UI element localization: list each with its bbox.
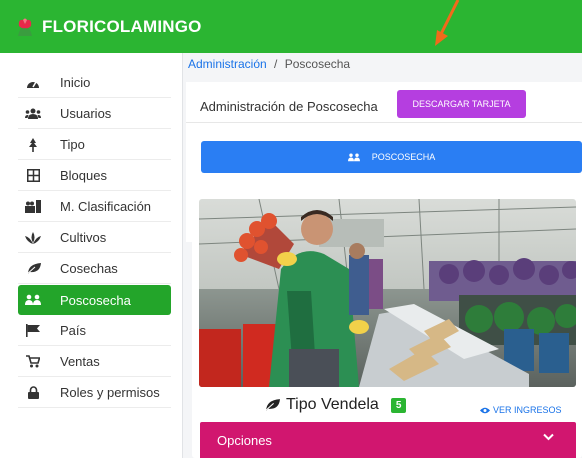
poscosecha-button-label: POSCOSECHA: [371, 152, 436, 162]
classification-icon: [22, 200, 44, 214]
flag-icon: [22, 324, 44, 338]
sidebar-item-roles[interactable]: Roles y permisos: [18, 378, 171, 408]
main-content: Administración / Poscosecha Administraci…: [184, 53, 582, 458]
eye-icon: [480, 407, 490, 413]
sidebar-item-bloques[interactable]: Bloques: [18, 161, 171, 191]
grid-icon: [22, 169, 44, 183]
group-icon: [22, 293, 44, 307]
sidebar-item-poscosecha[interactable]: Poscosecha: [18, 285, 171, 315]
breadcrumb-current: Poscosecha: [284, 57, 351, 71]
sidebar-item-tipo[interactable]: Tipo: [18, 130, 171, 160]
brand[interactable]: FLORICOLAMINGO: [14, 17, 202, 37]
sidebar-item-label: Roles y permisos: [60, 385, 160, 400]
sidebar-item-label: Inicio: [60, 75, 91, 90]
sidebar-item-label: M. Clasificación: [60, 199, 152, 214]
sidebar-item-usuarios[interactable]: Usuarios: [18, 99, 171, 129]
card-title-text: Tipo Vendela: [286, 396, 379, 413]
leaf-icon: [264, 399, 280, 412]
sidebar-item-label: Usuarios: [60, 106, 112, 121]
sidebar-item-inicio[interactable]: Inicio: [18, 68, 171, 98]
plant-icon: [22, 137, 44, 152]
top-navbar: FLORICOLAMINGO: [0, 0, 582, 53]
sidebar-item-label: Poscosecha: [60, 292, 131, 308]
leaf-icon: [22, 262, 44, 276]
sidebar-item-label: Ventas: [60, 354, 100, 369]
group-icon: [347, 153, 360, 161]
tipo-card: Tipo Vendela 5 VER INGRESOS Opciones: [192, 196, 582, 458]
poscosecha-button[interactable]: POSCOSECHA: [201, 141, 582, 173]
sidebar-item-cosechas[interactable]: Cosechas: [18, 254, 171, 284]
sidebar-item-label: País: [60, 323, 87, 338]
options-dropdown[interactable]: Opciones: [200, 422, 576, 458]
cart-icon: [22, 355, 44, 369]
flower-processing-photo: [199, 199, 576, 387]
sidebar-item-cultivos[interactable]: Cultivos: [18, 223, 171, 253]
arrow-annotation-icon: [435, 0, 460, 46]
tulip-logo-icon: [18, 18, 32, 36]
sidebar-item-m-clasificacion[interactable]: M. Clasificación: [18, 192, 171, 222]
breadcrumb-separator: /: [274, 57, 278, 71]
options-label: Opciones: [217, 432, 272, 448]
ver-ingresos-label: VER INGRESOS: [493, 405, 562, 415]
breadcrumb-link-administracion[interactable]: Administración: [188, 57, 267, 71]
download-card-button[interactable]: DESCARGAR TARJETA: [397, 90, 526, 118]
breadcrumb: Administración / Poscosecha: [188, 57, 350, 71]
ver-ingresos-link[interactable]: VER INGRESOS: [480, 405, 562, 415]
chevron-down-icon: [543, 433, 554, 441]
sidebar: Inicio Usuarios Tipo Bloques M. Clasific…: [0, 53, 183, 458]
sidebar-item-ventas[interactable]: Ventas: [18, 347, 171, 377]
sidebar-item-label: Cosechas: [60, 261, 118, 276]
sidebar-item-pais[interactable]: País: [18, 316, 171, 346]
sidebar-item-label: Tipo: [60, 137, 85, 152]
count-badge: 5: [390, 397, 407, 413]
dashboard-icon: [22, 76, 44, 90]
divider: [186, 122, 582, 123]
sidebar-item-label: Cultivos: [60, 230, 107, 245]
page-title: Administración de Poscosecha: [200, 99, 378, 114]
card-title: Tipo Vendela 5: [264, 396, 407, 414]
users-icon: [22, 107, 44, 121]
sidebar-item-label: Bloques: [60, 168, 107, 183]
cultivo-icon: [22, 231, 44, 245]
lock-icon: [22, 386, 44, 400]
brand-name: FLORICOLAMINGO: [42, 17, 202, 36]
